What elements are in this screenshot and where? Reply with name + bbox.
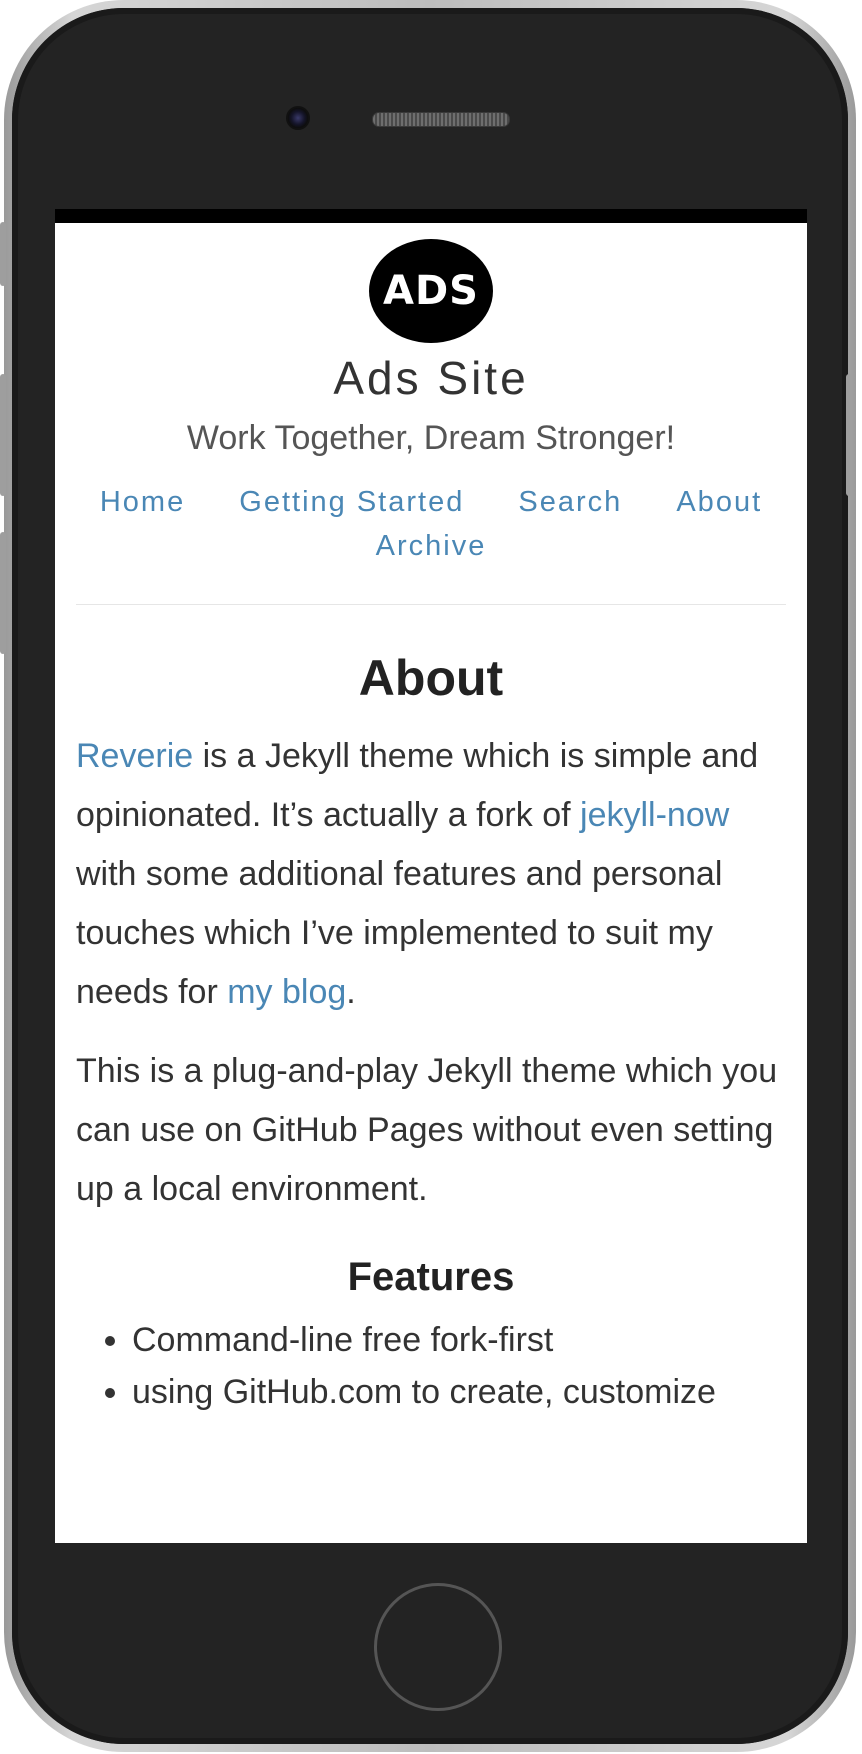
site-logo[interactable]: ADS: [369, 239, 493, 343]
intro-paragraph: Reverie is a Jekyll theme which is simpl…: [76, 727, 786, 1022]
intro-text-3: .: [346, 973, 356, 1011]
list-item: using GitHub.com to create, customize: [132, 1366, 786, 1418]
reverie-link[interactable]: Reverie: [76, 737, 193, 775]
side-button-volume-up: [0, 374, 6, 496]
header-divider: [76, 604, 786, 605]
camera-icon: [286, 106, 310, 130]
nav-link-getting-started[interactable]: Getting Started: [239, 480, 464, 524]
features-heading: Features: [347, 1255, 515, 1299]
plug-and-play-paragraph: This is a plug-and-play Jekyll theme whi…: [76, 1052, 778, 1208]
site-name[interactable]: Ads Site: [76, 351, 786, 405]
screen: ADS Ads Site Work Together, Dream Strong…: [55, 209, 807, 1543]
side-button-volume-down: [0, 532, 6, 654]
speaker-grille: [372, 112, 510, 127]
main-nav: Home Getting Started Search About Archiv…: [76, 480, 786, 568]
nav-link-search[interactable]: Search: [518, 480, 622, 524]
nav-link-about[interactable]: About: [676, 480, 762, 524]
site-tagline: Work Together, Dream Stronger!: [186, 419, 676, 457]
status-bar: [55, 209, 807, 223]
list-item: Command-line free fork-first: [132, 1314, 786, 1366]
page-title: About: [358, 650, 504, 706]
features-list: Command-line free fork-first using GitHu…: [76, 1314, 786, 1418]
side-button-mute: [0, 222, 6, 286]
page-content: ADS Ads Site Work Together, Dream Strong…: [55, 223, 807, 1418]
my-blog-link[interactable]: my blog: [227, 973, 346, 1011]
nav-link-archive[interactable]: Archive: [376, 524, 487, 568]
masthead: ADS Ads Site Work Together, Dream Strong…: [76, 223, 786, 568]
jekyll-now-link[interactable]: jekyll-now: [580, 796, 729, 834]
nav-link-home[interactable]: Home: [100, 480, 185, 524]
intro-text-2: with some additional features and person…: [76, 855, 723, 1011]
side-button-power: [846, 374, 852, 496]
home-button[interactable]: [374, 1583, 502, 1711]
